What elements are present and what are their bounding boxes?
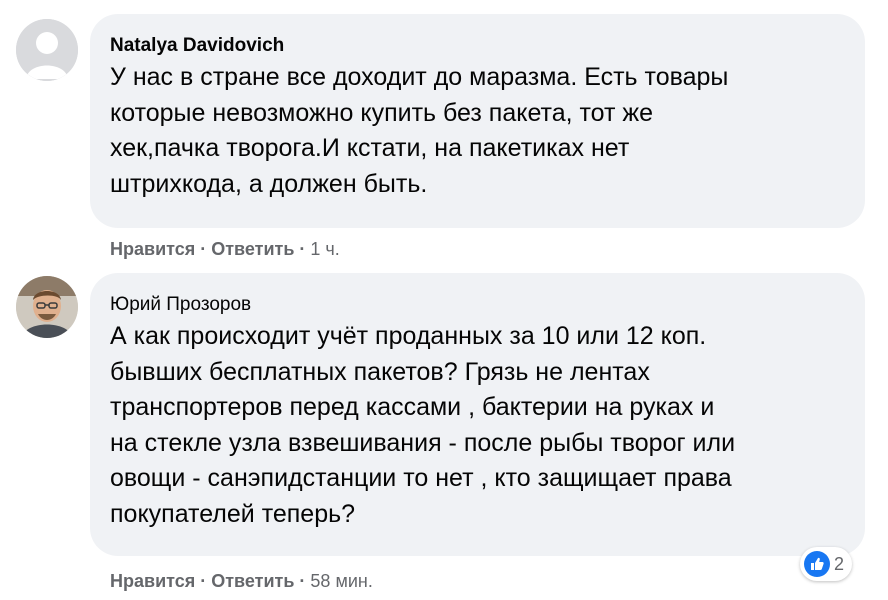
avatar[interactable] [16, 276, 78, 338]
like-link[interactable]: Нравится [110, 239, 195, 259]
comment-timestamp[interactable]: 1 ч. [310, 239, 339, 259]
like-icon [804, 551, 830, 577]
separator: · [200, 571, 207, 591]
comment-bubble: Юрий Прозоров А как происходит учёт прод… [90, 273, 865, 556]
separator: · [200, 239, 207, 259]
default-profile-silhouette-icon [16, 19, 78, 81]
profile-photo-icon [16, 276, 78, 338]
avatar[interactable] [16, 19, 78, 81]
reply-link[interactable]: Ответить [211, 239, 294, 259]
separator: · [299, 571, 306, 591]
comment-actions: Нравится · Ответить · 1 ч. [110, 238, 340, 260]
comment-bubble: Natalya Davidovich У нас в стране все до… [90, 14, 865, 228]
comment-author[interactable]: Natalya Davidovich [110, 34, 843, 58]
comment-actions: Нравится · Ответить · 58 мин. [110, 570, 373, 592]
separator: · [299, 239, 306, 259]
reaction-summary[interactable]: 2 [800, 547, 853, 581]
like-link[interactable]: Нравится [110, 571, 195, 591]
reply-link[interactable]: Ответить [211, 571, 294, 591]
reaction-count: 2 [834, 553, 845, 574]
comment-author[interactable]: Юрий Прозоров [110, 293, 843, 317]
comment-text: У нас в стране все доходит до маразма. Е… [110, 63, 729, 198]
previous-comment-remnant: · [112, 0, 126, 2]
comment-timestamp[interactable]: 58 мин. [310, 571, 372, 591]
comment-text: А как происходит учёт проданных за 10 ил… [110, 322, 736, 528]
